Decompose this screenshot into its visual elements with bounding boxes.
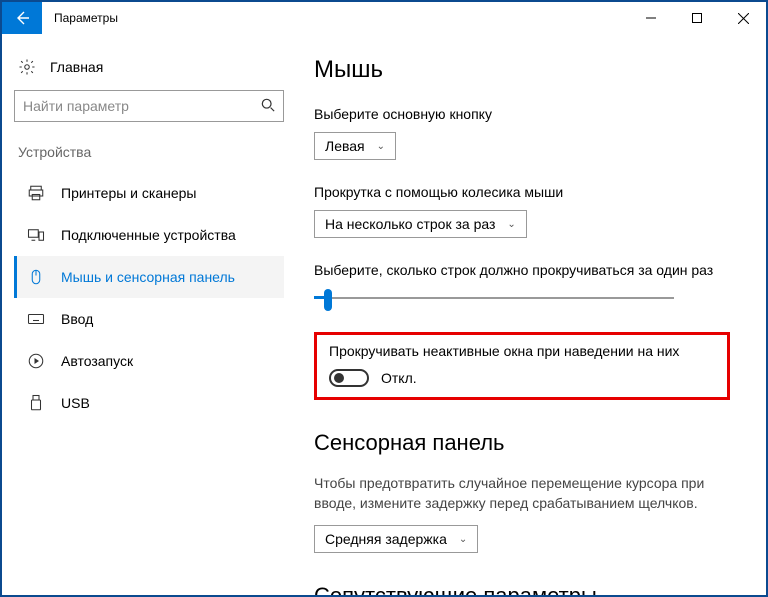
- main-content[interactable]: Мышь Выберите основную кнопку Левая ⌄ Пр…: [296, 34, 766, 595]
- inactive-scroll-label: Прокручивать неактивные окна при наведен…: [329, 343, 715, 359]
- chevron-down-icon: ⌄: [459, 534, 467, 545]
- sidebar-item-label: Подключенные устройства: [61, 227, 236, 243]
- sidebar-item-mouse-touchpad[interactable]: Мышь и сенсорная панель: [14, 256, 284, 298]
- slider-track: [314, 297, 674, 299]
- inactive-scroll-toggle[interactable]: [329, 369, 369, 387]
- maximize-button[interactable]: [674, 2, 720, 34]
- sidebar-item-connected-devices[interactable]: Подключенные устройства: [14, 214, 284, 256]
- search-placeholder: Найти параметр: [23, 98, 261, 114]
- highlight-annotation: Прокручивать неактивные окна при наведен…: [314, 332, 730, 400]
- autoplay-icon: [27, 352, 45, 370]
- primary-button-select[interactable]: Левая ⌄: [314, 132, 396, 160]
- sidebar-item-label: Ввод: [61, 311, 93, 327]
- slider-thumb[interactable]: [324, 289, 332, 311]
- select-value: На несколько строк за раз: [325, 216, 495, 232]
- chevron-down-icon: ⌄: [377, 141, 385, 152]
- sidebar-item-label: Мышь и сенсорная панель: [61, 269, 235, 285]
- primary-button-label: Выберите основную кнопку: [314, 106, 730, 122]
- wheel-scroll-label: Прокрутка с помощью колесика мыши: [314, 184, 730, 200]
- select-value: Левая: [325, 138, 365, 154]
- sidebar-item-autoplay[interactable]: Автозапуск: [14, 340, 284, 382]
- sidebar-item-printers[interactable]: Принтеры и сканеры: [14, 172, 284, 214]
- touchpad-delay-select[interactable]: Средняя задержка ⌄: [314, 525, 478, 553]
- page-heading: Мышь: [314, 56, 730, 84]
- lines-to-scroll-label: Выберите, сколько строк должно прокручив…: [314, 262, 730, 278]
- back-button[interactable]: [2, 2, 42, 34]
- search-input[interactable]: Найти параметр: [14, 90, 284, 122]
- titlebar: Параметры: [2, 2, 766, 34]
- home-label: Главная: [50, 59, 103, 75]
- close-button[interactable]: [720, 2, 766, 34]
- sidebar-item-label: Принтеры и сканеры: [61, 185, 196, 201]
- toggle-knob: [334, 373, 344, 383]
- touchpad-description: Чтобы предотвратить случайное перемещени…: [314, 474, 730, 513]
- lines-slider[interactable]: [314, 288, 674, 308]
- touchpad-heading: Сенсорная панель: [314, 430, 730, 456]
- sidebar-item-label: Автозапуск: [61, 353, 133, 369]
- window-controls: [628, 2, 766, 34]
- related-heading: Сопутствующие параметры: [314, 583, 730, 595]
- sidebar-item-usb[interactable]: USB: [14, 382, 284, 424]
- keyboard-icon: [27, 310, 45, 328]
- sidebar-item-label: USB: [61, 395, 90, 411]
- wheel-scroll-select[interactable]: На несколько строк за раз ⌄: [314, 210, 527, 238]
- minimize-button[interactable]: [628, 2, 674, 34]
- devices-icon: [27, 226, 45, 244]
- gear-icon: [18, 58, 36, 76]
- window-title: Параметры: [42, 2, 628, 34]
- mouse-icon: [27, 268, 45, 286]
- printer-icon: [27, 184, 45, 202]
- sidebar-item-typing[interactable]: Ввод: [14, 298, 284, 340]
- sidebar: Главная Найти параметр Устройства Принте…: [2, 34, 296, 595]
- category-header: Устройства: [14, 144, 284, 172]
- select-value: Средняя задержка: [325, 531, 447, 547]
- usb-icon: [27, 394, 45, 412]
- chevron-down-icon: ⌄: [507, 219, 515, 230]
- toggle-state-label: Откл.: [381, 370, 417, 386]
- search-icon: [261, 98, 275, 115]
- home-link[interactable]: Главная: [14, 52, 284, 90]
